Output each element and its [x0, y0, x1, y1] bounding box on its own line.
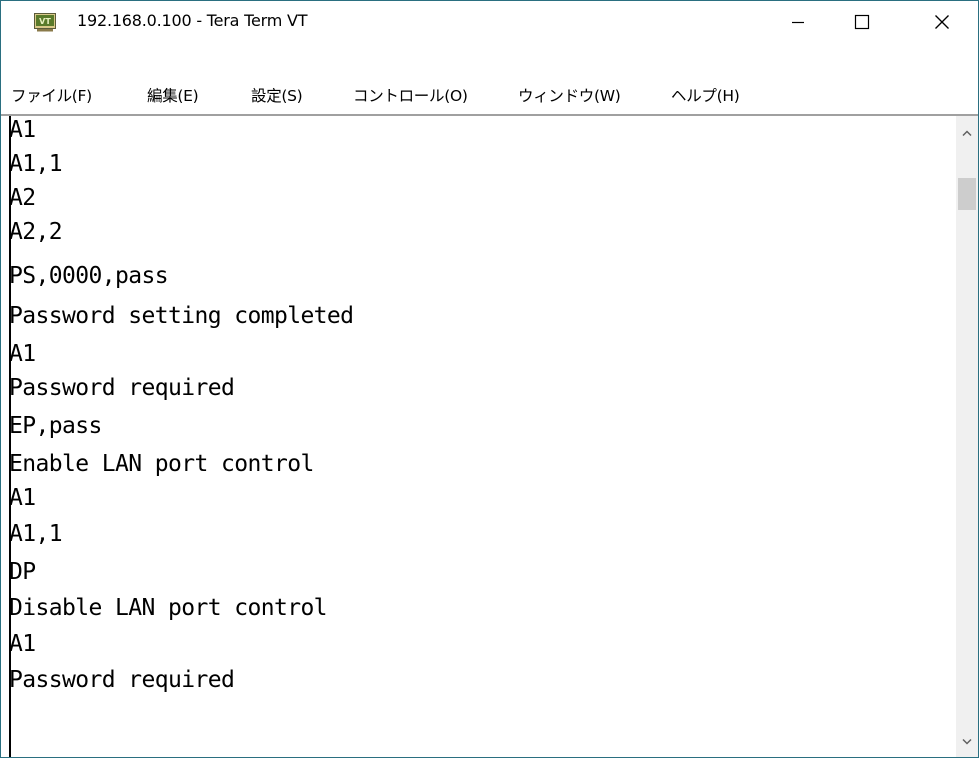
terminal-line: Enable LAN port control	[9, 451, 314, 477]
terminal-line: A1	[9, 117, 36, 143]
terminal-line: A2,2	[9, 219, 63, 245]
terminal-line: EP,pass	[9, 413, 102, 439]
terminal-line: A1,1	[9, 151, 63, 177]
tera-term-vt-icon[interactable]: VT	[34, 13, 56, 32]
close-icon	[935, 15, 949, 29]
menu-control[interactable]: コントロール(O)	[353, 84, 468, 106]
menu-window[interactable]: ウィンドウ(W)	[518, 84, 621, 106]
maximize-icon	[854, 14, 870, 30]
maximize-button[interactable]	[830, 1, 894, 43]
menu-help[interactable]: ヘルプ(H)	[671, 84, 740, 106]
terminal-line: DP	[9, 559, 36, 585]
terminal-output[interactable]: A1 A1,1 A2 A2,2 PS,0000,pass Password se…	[9, 116, 955, 757]
menu-edit[interactable]: 編集(E)	[147, 84, 199, 106]
terminal-line: Password required	[9, 667, 235, 693]
svg-text:VT: VT	[39, 17, 51, 26]
scroll-down-button[interactable]	[956, 727, 978, 757]
minimize-icon	[792, 21, 804, 24]
terminal-line: A1	[9, 631, 36, 657]
terminal-line: Disable LAN port control	[9, 595, 328, 621]
title-bar[interactable]: VT 192.168.0.100 - Tera Term VT	[1, 1, 978, 43]
menu-file[interactable]: ファイル(F)	[11, 84, 92, 106]
terminal-line: A2	[9, 185, 36, 211]
scroll-thumb[interactable]	[958, 178, 976, 210]
window-title: 192.168.0.100 - Tera Term VT	[77, 11, 308, 30]
scroll-up-button[interactable]	[956, 116, 978, 150]
tera-term-window: VT 192.168.0.100 - Tera Term VT ファイル(F) …	[0, 0, 979, 758]
close-button[interactable]	[910, 1, 974, 43]
terminal-line: Password required	[9, 375, 235, 401]
chevron-up-icon	[962, 130, 972, 137]
terminal-line: A1	[9, 341, 36, 367]
menu-settings[interactable]: 設定(S)	[251, 84, 303, 106]
chevron-down-icon	[962, 738, 972, 745]
terminal-line: A1	[9, 485, 36, 511]
terminal-left-edge	[9, 116, 11, 757]
vertical-scrollbar[interactable]	[956, 116, 978, 757]
minimize-button[interactable]	[766, 1, 830, 43]
terminal-line: A1,1	[9, 521, 63, 547]
terminal-line: PS,0000,pass	[9, 263, 169, 289]
terminal-line: Password setting completed	[9, 303, 354, 329]
